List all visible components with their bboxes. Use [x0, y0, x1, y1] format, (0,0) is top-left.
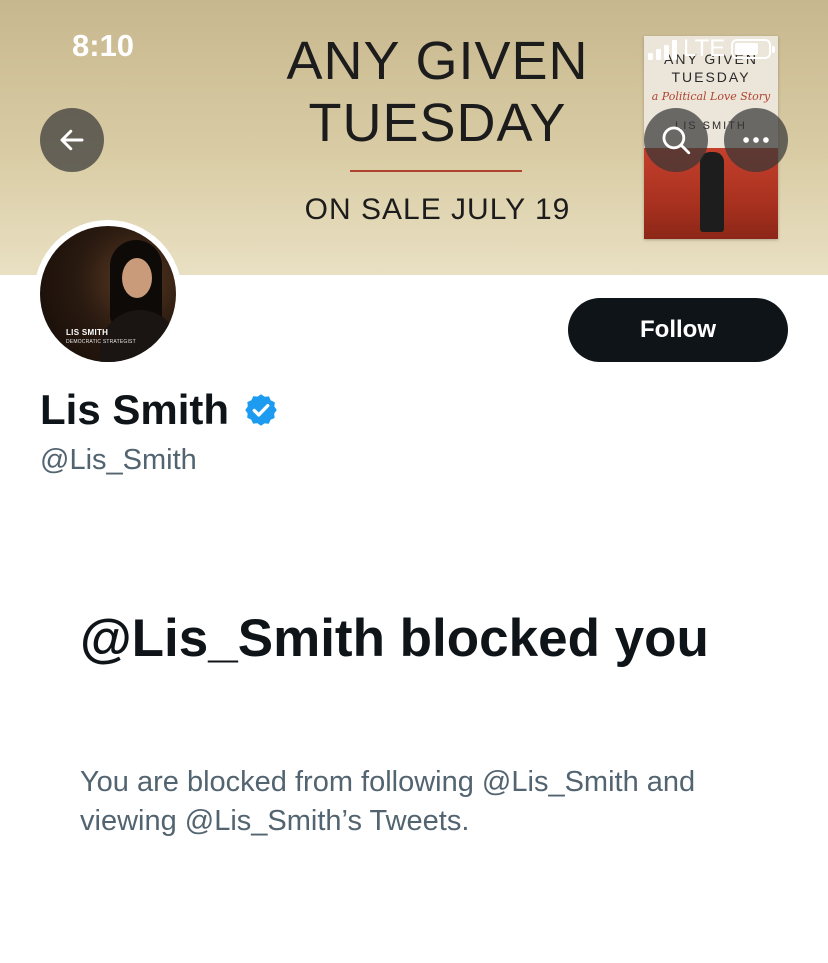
book-tagline: a Political Love Story: [651, 90, 771, 103]
blocked-description: You are blocked from following @Lis_Smit…: [80, 766, 696, 837]
banner-title: ANY GIVEN TUESDAY: [255, 30, 620, 154]
book-title-line2: TUESDAY: [671, 69, 751, 85]
search-icon: [662, 126, 691, 155]
banner-divider: [350, 170, 522, 172]
more-options-button[interactable]: [724, 108, 788, 172]
avatar-caption-name: LIS SMITH: [66, 328, 109, 337]
profile-handle: @Lis_Smith: [40, 444, 197, 476]
display-name-text: Lis Smith: [40, 386, 230, 433]
avatar-photo: LIS SMITH DEMOCRATIC STRATEGIST: [40, 226, 176, 362]
display-name: Lis Smith: [40, 386, 279, 434]
banner-subtitle: ON SALE JULY 19: [304, 193, 571, 226]
battery-icon: [731, 39, 776, 59]
verified-badge-icon[interactable]: [243, 392, 279, 428]
arrow-left-icon: [60, 129, 84, 151]
avatar-face: [122, 258, 152, 298]
avatar-caption-role: DEMOCRATIC STRATEGIST: [66, 339, 136, 345]
avatar[interactable]: LIS SMITH DEMOCRATIC STRATEGIST: [34, 220, 182, 368]
status-indicators: LTE: [648, 34, 798, 64]
status-time: 8:10: [72, 28, 135, 63]
follow-button[interactable]: Follow: [568, 298, 788, 362]
banner-title-line2: TUESDAY: [308, 93, 567, 153]
search-button[interactable]: [644, 108, 708, 172]
more-horizontal-icon: [743, 137, 769, 143]
back-button[interactable]: [40, 108, 104, 172]
network-label: LTE: [683, 35, 726, 62]
book-cover-figure: [700, 152, 724, 232]
blocked-title: @Lis_Smith blocked you: [80, 609, 709, 668]
signal-strength-icon: [648, 38, 677, 60]
banner-title-line1: ANY GIVEN: [286, 31, 589, 91]
